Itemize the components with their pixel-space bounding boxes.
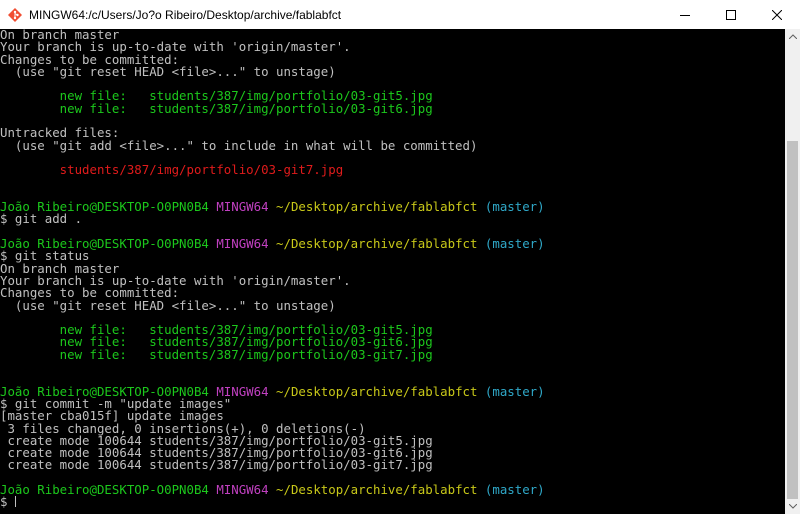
terminal-text: create mode 100644 students/387/img/port… [0,457,433,473]
scroll-up-icon[interactable] [785,29,800,44]
terminal-text: MINGW64 [216,199,277,215]
minimize-icon[interactable] [662,0,708,29]
terminal-text: new file: students/387/img/portfolio/03-… [0,346,433,362]
terminal-text: $ git add . [0,211,83,227]
terminal-text: ~/Desktop/archive/fablabfct [276,236,478,252]
terminal-text: ~/Desktop/archive/fablabfct [276,199,478,215]
terminal-line: new file: students/387/img/portfolio/03-… [0,346,785,362]
terminal-text: João Ribeiro@DESKTOP-O0PN0B4 [0,481,217,497]
terminal-text: students/387/img/portfolio/03-git7.jpg [0,162,344,178]
terminal-text: (master) [477,199,545,215]
terminal-text: $ [0,494,15,510]
terminal-text: ~/Desktop/archive/fablabfct [276,481,478,497]
close-icon[interactable] [754,0,800,29]
window-title: MINGW64:/c/Users/Jo?o Ribeiro/Desktop/ar… [29,7,342,22]
terminal-window: MINGW64:/c/Users/Jo?o Ribeiro/Desktop/ar… [0,0,800,514]
terminal-line: new file: students/387/img/portfolio/03-… [0,100,785,116]
terminal-line: (use "git reset HEAD <file>..." to unsta… [0,297,785,313]
terminal-line: create mode 100644 students/387/img/port… [0,459,785,471]
terminal-text: (master) [477,383,545,399]
terminal-line: João Ribeiro@DESKTOP-O0PN0B4 MINGW64 ~/D… [0,199,785,215]
terminal-text: (use "git add <file>..." to include in w… [0,137,478,153]
terminal-text: MINGW64 [216,481,277,497]
title-bar[interactable]: MINGW64:/c/Users/Jo?o Ribeiro/Desktop/ar… [0,0,800,29]
terminal-line: students/387/img/portfolio/03-git7.jpg [0,164,785,176]
text-cursor [14,496,16,508]
terminal-text: new file: students/387/img/portfolio/03-… [0,100,433,116]
terminal-text: (master) [477,481,545,497]
terminal-text: (use "git reset HEAD <file>..." to unsta… [0,63,336,79]
terminal-line: (use "git add <file>..." to include in w… [0,137,785,153]
scroll-thumb[interactable] [787,141,798,499]
terminal-line: $ git add . [0,213,785,225]
terminal-line: $ [0,496,785,508]
terminal-line: João Ribeiro@DESKTOP-O0PN0B4 MINGW64 ~/D… [0,481,785,497]
terminal-text: (use "git reset HEAD <file>..." to unsta… [0,297,336,313]
terminal-line: João Ribeiro@DESKTOP-O0PN0B4 MINGW64 ~/D… [0,236,785,252]
terminal-text: (master) [477,236,545,252]
terminal-line: (use "git reset HEAD <file>..." to unsta… [0,63,785,79]
scroll-down-icon[interactable] [785,499,800,514]
git-bash-icon[interactable] [7,7,23,23]
maximize-icon[interactable] [708,0,754,29]
vertical-scrollbar[interactable] [785,29,800,514]
terminal-text: MINGW64 [216,236,277,252]
terminal-text: ~/Desktop/archive/fablabfct [276,383,478,399]
terminal-output[interactable]: On branch master Your branch is up-to-dat… [0,29,785,514]
window-controls [662,0,800,29]
